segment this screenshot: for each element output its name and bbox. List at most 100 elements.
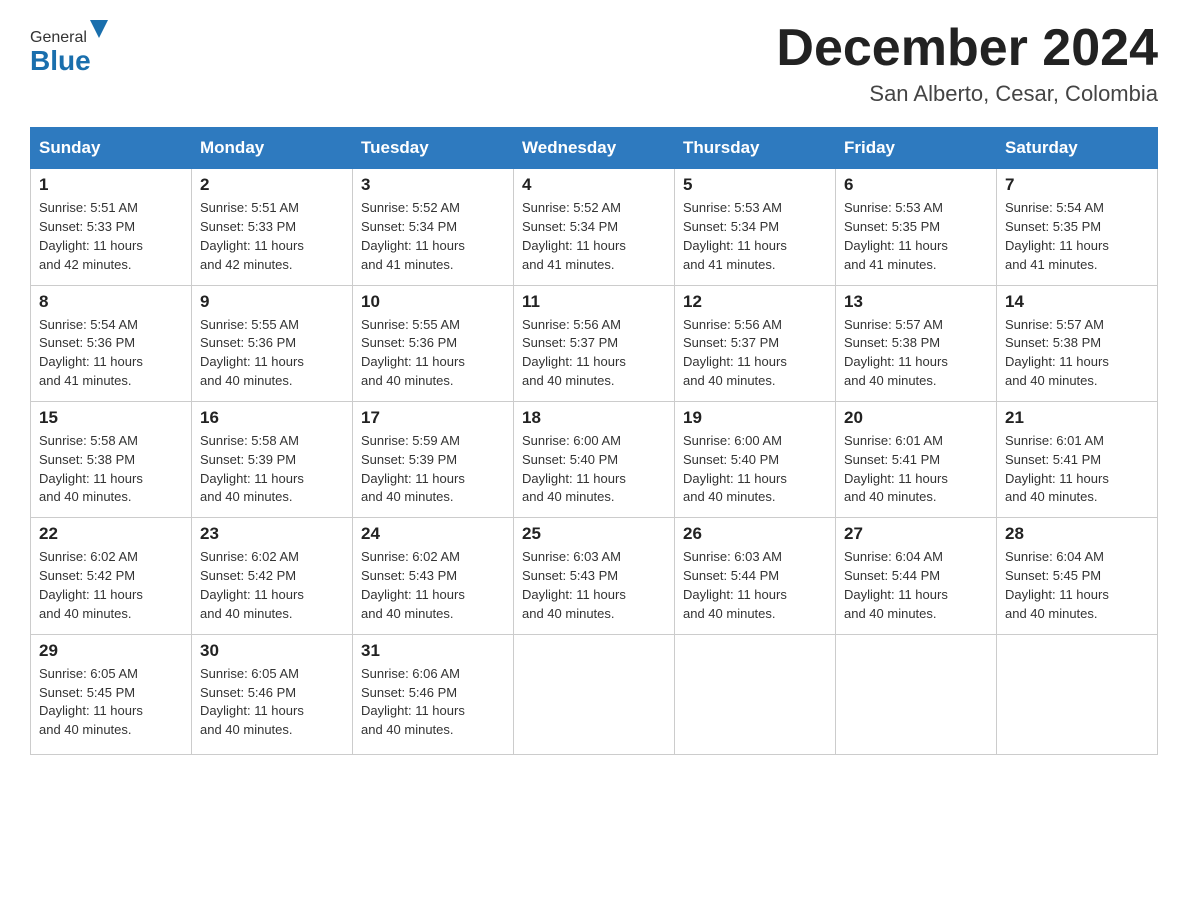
calendar-cell: 8 Sunrise: 5:54 AMSunset: 5:36 PMDaylight… bbox=[31, 285, 192, 401]
day-info: Sunrise: 5:58 AMSunset: 5:39 PMDaylight:… bbox=[200, 432, 344, 507]
calendar-cell: 22Sunrise: 6:02 AMSunset: 5:42 PMDayligh… bbox=[31, 518, 192, 634]
day-info: Sunrise: 6:00 AMSunset: 5:40 PMDaylight:… bbox=[683, 432, 827, 507]
calendar-cell: 3Sunrise: 5:52 AMSunset: 5:34 PMDaylight… bbox=[353, 169, 514, 285]
calendar-week-row: 22Sunrise: 6:02 AMSunset: 5:42 PMDayligh… bbox=[31, 518, 1158, 634]
weekday-header-sunday: Sunday bbox=[31, 128, 192, 169]
day-info: Sunrise: 5:57 AMSunset: 5:38 PMDaylight:… bbox=[1005, 316, 1149, 391]
calendar-cell: 25Sunrise: 6:03 AMSunset: 5:43 PMDayligh… bbox=[514, 518, 675, 634]
day-number: 30 bbox=[200, 641, 344, 661]
calendar-cell: 17Sunrise: 5:59 AMSunset: 5:39 PMDayligh… bbox=[353, 401, 514, 517]
calendar-header-row: SundayMondayTuesdayWednesdayThursdayFrid… bbox=[31, 128, 1158, 169]
day-info: Sunrise: 5:52 AMSunset: 5:34 PMDaylight:… bbox=[522, 199, 666, 274]
day-info: Sunrise: 6:01 AMSunset: 5:41 PMDaylight:… bbox=[1005, 432, 1149, 507]
calendar-cell bbox=[836, 634, 997, 754]
calendar-cell: 9 Sunrise: 5:55 AMSunset: 5:36 PMDaylight… bbox=[192, 285, 353, 401]
calendar-cell: 14 Sunrise: 5:57 AMSunset: 5:38 PMDayligh… bbox=[997, 285, 1158, 401]
day-number: 8 bbox=[39, 292, 183, 312]
day-info: Sunrise: 5:58 AMSunset: 5:38 PMDaylight:… bbox=[39, 432, 183, 507]
weekday-header-friday: Friday bbox=[836, 128, 997, 169]
day-info: Sunrise: 5:53 AMSunset: 5:34 PMDaylight:… bbox=[683, 199, 827, 274]
logo-arrow-icon bbox=[90, 20, 108, 42]
day-info: Sunrise: 5:56 AMSunset: 5:37 PMDaylight:… bbox=[683, 316, 827, 391]
calendar-cell: 12 Sunrise: 5:56 AMSunset: 5:37 PMDayligh… bbox=[675, 285, 836, 401]
calendar-week-row: 29 Sunrise: 6:05 AMSunset: 5:45 PMDayligh… bbox=[31, 634, 1158, 754]
day-number: 24 bbox=[361, 524, 505, 544]
day-info: Sunrise: 6:03 AMSunset: 5:44 PMDaylight:… bbox=[683, 548, 827, 623]
page-header: General Blue December 2024 San Alberto, … bbox=[30, 20, 1158, 107]
day-info: Sunrise: 5:55 AMSunset: 5:36 PMDaylight:… bbox=[200, 316, 344, 391]
calendar-cell: 15 Sunrise: 5:58 AMSunset: 5:38 PMDayligh… bbox=[31, 401, 192, 517]
calendar-cell: 11 Sunrise: 5:56 AMSunset: 5:37 PMDayligh… bbox=[514, 285, 675, 401]
logo-blue-text: Blue bbox=[30, 45, 91, 77]
day-info: Sunrise: 6:04 AMSunset: 5:44 PMDaylight:… bbox=[844, 548, 988, 623]
day-number: 11 bbox=[522, 292, 666, 312]
day-number: 10 bbox=[361, 292, 505, 312]
day-info: Sunrise: 5:53 AMSunset: 5:35 PMDaylight:… bbox=[844, 199, 988, 274]
calendar-cell: 7 Sunrise: 5:54 AMSunset: 5:35 PMDaylight… bbox=[997, 169, 1158, 285]
day-number: 9 bbox=[200, 292, 344, 312]
calendar-table: SundayMondayTuesdayWednesdayThursdayFrid… bbox=[30, 127, 1158, 755]
day-info: Sunrise: 6:05 AMSunset: 5:45 PMDaylight:… bbox=[39, 665, 183, 740]
calendar-cell: 16 Sunrise: 5:58 AMSunset: 5:39 PMDayligh… bbox=[192, 401, 353, 517]
day-number: 15 bbox=[39, 408, 183, 428]
day-info: Sunrise: 6:02 AMSunset: 5:43 PMDaylight:… bbox=[361, 548, 505, 623]
calendar-cell: 30 Sunrise: 6:05 AMSunset: 5:46 PMDayligh… bbox=[192, 634, 353, 754]
day-number: 23 bbox=[200, 524, 344, 544]
day-number: 31 bbox=[361, 641, 505, 661]
day-number: 5 bbox=[683, 175, 827, 195]
day-info: Sunrise: 6:01 AMSunset: 5:41 PMDaylight:… bbox=[844, 432, 988, 507]
calendar-cell: 29 Sunrise: 6:05 AMSunset: 5:45 PMDayligh… bbox=[31, 634, 192, 754]
day-info: Sunrise: 5:56 AMSunset: 5:37 PMDaylight:… bbox=[522, 316, 666, 391]
day-number: 13 bbox=[844, 292, 988, 312]
day-number: 2 bbox=[200, 175, 344, 195]
day-info: Sunrise: 5:51 AMSunset: 5:33 PMDaylight:… bbox=[200, 199, 344, 274]
day-number: 12 bbox=[683, 292, 827, 312]
calendar-week-row: 15 Sunrise: 5:58 AMSunset: 5:38 PMDayligh… bbox=[31, 401, 1158, 517]
day-number: 7 bbox=[1005, 175, 1149, 195]
weekday-header-saturday: Saturday bbox=[997, 128, 1158, 169]
day-info: Sunrise: 5:55 AMSunset: 5:36 PMDaylight:… bbox=[361, 316, 505, 391]
day-number: 25 bbox=[522, 524, 666, 544]
calendar-week-row: 1 Sunrise: 5:51 AMSunset: 5:33 PMDaylight… bbox=[31, 169, 1158, 285]
day-number: 28 bbox=[1005, 524, 1149, 544]
day-number: 1 bbox=[39, 175, 183, 195]
day-info: Sunrise: 5:54 AMSunset: 5:35 PMDaylight:… bbox=[1005, 199, 1149, 274]
calendar-cell: 4 Sunrise: 5:52 AMSunset: 5:34 PMDaylight… bbox=[514, 169, 675, 285]
day-number: 17 bbox=[361, 408, 505, 428]
calendar-cell: 27Sunrise: 6:04 AMSunset: 5:44 PMDayligh… bbox=[836, 518, 997, 634]
calendar-cell: 23Sunrise: 6:02 AMSunset: 5:42 PMDayligh… bbox=[192, 518, 353, 634]
day-number: 14 bbox=[1005, 292, 1149, 312]
calendar-cell: 1Sunrise: 5:51 AMSunset: 5:33 PMDaylight… bbox=[31, 169, 192, 285]
weekday-header-wednesday: Wednesday bbox=[514, 128, 675, 169]
title-section: December 2024 San Alberto, Cesar, Colomb… bbox=[776, 20, 1158, 107]
day-info: Sunrise: 6:06 AMSunset: 5:46 PMDaylight:… bbox=[361, 665, 505, 740]
location-title: San Alberto, Cesar, Colombia bbox=[776, 81, 1158, 107]
day-info: Sunrise: 5:54 AMSunset: 5:36 PMDaylight:… bbox=[39, 316, 183, 391]
calendar-cell: 26Sunrise: 6:03 AMSunset: 5:44 PMDayligh… bbox=[675, 518, 836, 634]
weekday-header-tuesday: Tuesday bbox=[353, 128, 514, 169]
day-info: Sunrise: 6:04 AMSunset: 5:45 PMDaylight:… bbox=[1005, 548, 1149, 623]
calendar-cell: 5 Sunrise: 5:53 AMSunset: 5:34 PMDaylight… bbox=[675, 169, 836, 285]
calendar-cell: 18Sunrise: 6:00 AMSunset: 5:40 PMDayligh… bbox=[514, 401, 675, 517]
logo: General Blue bbox=[30, 20, 109, 77]
calendar-cell: 28 Sunrise: 6:04 AMSunset: 5:45 PMDayligh… bbox=[997, 518, 1158, 634]
day-number: 6 bbox=[844, 175, 988, 195]
weekday-header-thursday: Thursday bbox=[675, 128, 836, 169]
calendar-cell: 6 Sunrise: 5:53 AMSunset: 5:35 PMDaylight… bbox=[836, 169, 997, 285]
day-number: 20 bbox=[844, 408, 988, 428]
day-info: Sunrise: 6:00 AMSunset: 5:40 PMDaylight:… bbox=[522, 432, 666, 507]
calendar-cell bbox=[675, 634, 836, 754]
calendar-cell: 2 Sunrise: 5:51 AMSunset: 5:33 PMDaylight… bbox=[192, 169, 353, 285]
calendar-cell: 13Sunrise: 5:57 AMSunset: 5:38 PMDayligh… bbox=[836, 285, 997, 401]
calendar-cell: 21Sunrise: 6:01 AMSunset: 5:41 PMDayligh… bbox=[997, 401, 1158, 517]
month-title: December 2024 bbox=[776, 20, 1158, 77]
day-number: 29 bbox=[39, 641, 183, 661]
calendar-cell: 24 Sunrise: 6:02 AMSunset: 5:43 PMDayligh… bbox=[353, 518, 514, 634]
day-info: Sunrise: 6:05 AMSunset: 5:46 PMDaylight:… bbox=[200, 665, 344, 740]
day-number: 16 bbox=[200, 408, 344, 428]
day-number: 4 bbox=[522, 175, 666, 195]
day-number: 3 bbox=[361, 175, 505, 195]
calendar-week-row: 8 Sunrise: 5:54 AMSunset: 5:36 PMDaylight… bbox=[31, 285, 1158, 401]
calendar-cell: 19Sunrise: 6:00 AMSunset: 5:40 PMDayligh… bbox=[675, 401, 836, 517]
day-info: Sunrise: 6:02 AMSunset: 5:42 PMDaylight:… bbox=[39, 548, 183, 623]
